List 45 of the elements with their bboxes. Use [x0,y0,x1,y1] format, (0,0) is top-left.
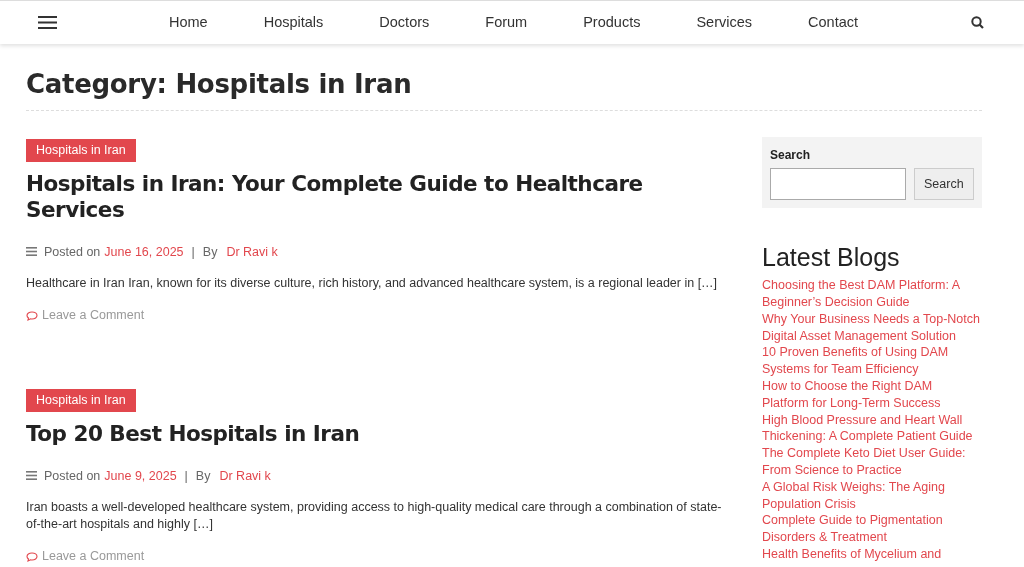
nav-link[interactable]: Products [579,11,645,34]
nav-link[interactable]: Hospitals [259,11,328,34]
nav-link[interactable]: Forum [481,11,532,34]
blog-link[interactable]: Why Your Business Needs a Top-Notch Digital Asset Management Solution [762,310,982,345]
widget-title: Latest Blogs [762,242,901,273]
list-icon [26,247,37,257]
post-title[interactable]: Top 20 Best Hospitals in Iran [26,420,732,447]
speech-bubble-icon [26,551,38,562]
blog-link[interactable]: The Complete Keto Diet User Guide: From Science to Practice [762,445,982,479]
post-excerpt: Iran boasts a well-developed healthcare system, providing access to high-quality medical care through a combination of state-of-the-art hospitals and highly […] [26,499,723,534]
category-tag[interactable]: Hospitals in Iran [26,389,136,412]
blog-link[interactable]: How to Choose the Right DAM Platform for Long-Term Success [762,377,982,412]
posted-label: Posted on [44,243,101,261]
posted-label: Posted on [44,467,101,485]
search-label: Search [770,147,812,165]
post-date[interactable]: June 9, 2025 [104,466,177,486]
by-label: By [195,467,211,485]
blog-link[interactable]: Choosing the Best DAM Platform: A Beginner’s Decision Guide [762,277,982,311]
page-title: Category: Hospitals in Iran [26,69,982,112]
post-excerpt: Healthcare in Iran Iran, known for its diverse culture, rich history, and advanced healthcare system, is a regional leader in […] [26,275,719,293]
post-title[interactable]: Hospitals in Iran: Your Complete Guide to Healthcare Services [26,170,732,223]
menu-icon[interactable] [38,16,57,29]
comment-link[interactable]: Leave a Comment [42,547,145,567]
by-label: By [202,243,218,261]
search-button[interactable]: Search [914,168,974,201]
nav-link[interactable]: Home [165,11,212,34]
list-icon [26,471,37,481]
blog-link[interactable]: Health Benefits of Mycelium and [762,545,982,563]
blog-link[interactable]: Complete Guide to Pigmentation Disorders & Treatment [762,512,982,546]
blog-link[interactable]: High Blood Pressure and Heart Wall Thickening: A Complete Patient Guide [762,411,982,446]
blog-link[interactable]: 10 Proven Benefits of Using DAM Systems for Team Efficiency [762,344,982,378]
nav-link[interactable]: Contact [804,11,863,34]
author-link[interactable]: Dr Ravi k [219,466,271,486]
comment-link[interactable]: Leave a Comment [42,306,145,326]
nav-link[interactable]: Doctors [375,11,434,34]
speech-bubble-icon [26,310,38,321]
meta-separator: | [191,243,195,261]
blog-link[interactable]: A Global Risk Weighs: The Aging Population Crisis [762,478,982,513]
meta-separator: | [184,467,188,485]
nav-link[interactable]: Services [692,11,757,34]
post-date[interactable]: June 16, 2025 [104,242,184,262]
category-tag[interactable]: Hospitals in Iran [26,139,136,162]
author-link[interactable]: Dr Ravi k [226,242,278,262]
search-field[interactable] [770,168,906,201]
search-icon[interactable] [971,16,984,29]
